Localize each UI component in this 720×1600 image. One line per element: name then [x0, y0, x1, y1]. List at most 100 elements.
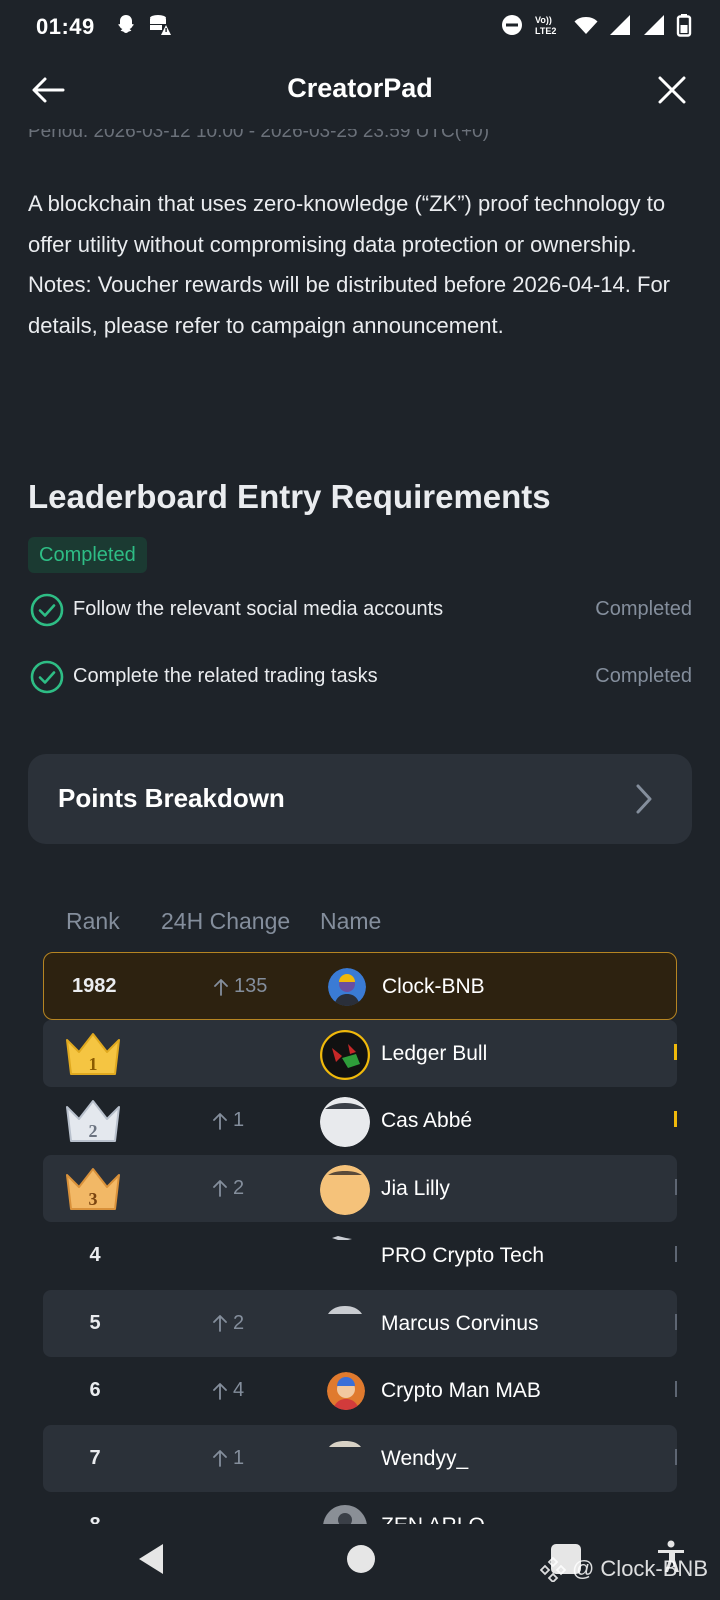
user-name: Crypto Man MAB [381, 1379, 541, 1402]
my-rank-row[interactable]: 1982 135 Clock-BNB [43, 952, 677, 1020]
arrow-up-icon [214, 978, 228, 996]
rank-change: 1 [213, 1447, 244, 1470]
avatar [328, 968, 366, 1006]
nav-back-icon[interactable] [136, 1542, 166, 1576]
leaderboard-row[interactable]: 5 2 Marcus Corvinus [43, 1289, 677, 1357]
rank-change: 2 [213, 1312, 244, 1335]
leaderboard-row[interactable]: 3 2 Jia Lilly [43, 1154, 677, 1222]
avatar [320, 1097, 370, 1147]
snapchat-icon [118, 15, 134, 33]
svg-text:LTE2: LTE2 [535, 26, 556, 36]
binance-logo-icon [539, 1556, 566, 1582]
rank-change-value: 1 [233, 1446, 245, 1469]
avatar [332, 1236, 352, 1240]
crown-rank: 1 [89, 1054, 98, 1074]
watermark: @ Clock-BNB [539, 1556, 708, 1582]
user-name: PRO Crypto Tech [381, 1244, 545, 1267]
leaderboard-row[interactable]: 6 4 Crypto Man MAB [43, 1357, 677, 1425]
requirement-status: Completed [595, 665, 692, 687]
column-name: Name [320, 908, 382, 934]
leaderboard-header: Rank 24H Change Name [0, 908, 720, 938]
requirement-label: Follow the relevant social media account… [73, 598, 444, 620]
requirement-item: Complete the related trading tasks Compl… [28, 657, 692, 697]
status-right-icons: Vo)) LTE2 [500, 13, 692, 37]
avatar [320, 1164, 370, 1215]
user-name: Clock-BNB [382, 975, 485, 998]
arrow-up-icon [213, 1450, 227, 1467]
volte-icon: Vo)) LTE2 [535, 15, 556, 36]
silver-crown-icon: 2 [66, 1100, 120, 1142]
wifi-icon [574, 17, 598, 34]
status-left-icons [114, 13, 172, 37]
points-value-edge [675, 1448, 677, 1465]
arrow-up-icon [213, 1382, 227, 1400]
rank-number: 4 [89, 1244, 101, 1266]
points-breakdown-label: Points Breakdown [58, 783, 285, 813]
check-circle-icon [30, 660, 64, 694]
points-value-edge [675, 1246, 677, 1262]
crown-rank: 3 [89, 1189, 98, 1209]
leaderboard-row[interactable]: 1 Ledger Bull [43, 1019, 677, 1087]
requirement-label: Complete the related trading tasks [73, 665, 378, 687]
close-button[interactable] [648, 68, 696, 112]
rank-change-value: 2 [233, 1176, 245, 1199]
avatar [323, 1505, 367, 1524]
leaderboard-row[interactable]: 4 PRO Crypto Tech [43, 1222, 677, 1290]
avatar [327, 1372, 365, 1410]
leaderboard-row[interactable]: 2 1 Cas Abbé [43, 1087, 677, 1155]
rank-change: 4 [213, 1379, 244, 1402]
svg-text:Vo)): Vo)) [535, 15, 552, 25]
user-name: Cas Abbé [381, 1109, 473, 1132]
rank-number: 5 [89, 1311, 101, 1334]
rank-number: 7 [89, 1446, 101, 1469]
leaderboard-list[interactable]: 1982 135 Clock-BNB 1 Ledger Bull 2 1 Cas… [43, 952, 677, 1524]
user-name: Marcus Corvinus [381, 1311, 539, 1335]
user-name: Ledger Bull [381, 1041, 488, 1065]
points-value-edge [674, 1043, 677, 1060]
rank-change-value: 2 [233, 1311, 245, 1334]
user-name: ZEN ARLO [381, 1514, 485, 1524]
watermark-text: @ Clock-BNB [571, 1556, 708, 1581]
leaderboard-row[interactable]: 8 ZEN ARLO [43, 1492, 677, 1524]
avatar [320, 1029, 370, 1080]
rank-number: 1982 [72, 975, 117, 997]
rank-number: 6 [89, 1379, 101, 1401]
gold-crown-icon: 1 [66, 1032, 120, 1075]
battery-icon [676, 14, 692, 37]
status-bar: 01:49 Vo)) LTE2 [0, 0, 720, 52]
column-24h-change: 24H Change [161, 908, 291, 934]
app-header: CreatorPad [0, 58, 720, 122]
arrow-up-icon [213, 1112, 227, 1130]
points-value-edge [674, 1111, 677, 1127]
rank-change: 135 [214, 975, 267, 998]
leaderboard-row[interactable]: 7 1 Wendyy_ [43, 1424, 677, 1492]
signal-icon [644, 15, 664, 35]
storage-warning-icon [150, 15, 171, 35]
rank-change: 1 [213, 1109, 244, 1132]
arrow-up-icon [213, 1315, 227, 1332]
close-icon [658, 76, 686, 104]
rank-change: 2 [213, 1177, 244, 1200]
points-value-edge [675, 1178, 677, 1195]
rank-number: 8 [43, 1514, 147, 1524]
user-name: Jia Lilly [381, 1176, 450, 1200]
avatar [329, 1440, 361, 1447]
status-badge: Completed [28, 537, 147, 573]
chevron-right-icon [636, 784, 652, 814]
nav-home-icon[interactable] [347, 1545, 375, 1573]
user-name: Wendyy_ [381, 1446, 469, 1470]
rank-change-value: 4 [233, 1379, 245, 1401]
requirement-status: Completed [595, 598, 692, 620]
points-value-edge [675, 1381, 677, 1397]
campaign-period: Period: 2026-03-12 10:00 - 2026-03-25 23… [28, 121, 490, 142]
arrow-up-icon [213, 1180, 227, 1197]
points-breakdown-button[interactable]: Points Breakdown [28, 754, 692, 844]
page-title: CreatorPad [287, 73, 433, 103]
requirement-item: Follow the relevant social media account… [28, 590, 692, 630]
points-value-edge [675, 1313, 677, 1330]
avatar [328, 1305, 362, 1314]
signal-icon [610, 15, 630, 35]
requirements-title: Leaderboard Entry Requirements [28, 478, 551, 515]
rank-change-value: 1 [233, 1109, 245, 1131]
status-time: 01:49 [36, 14, 95, 39]
